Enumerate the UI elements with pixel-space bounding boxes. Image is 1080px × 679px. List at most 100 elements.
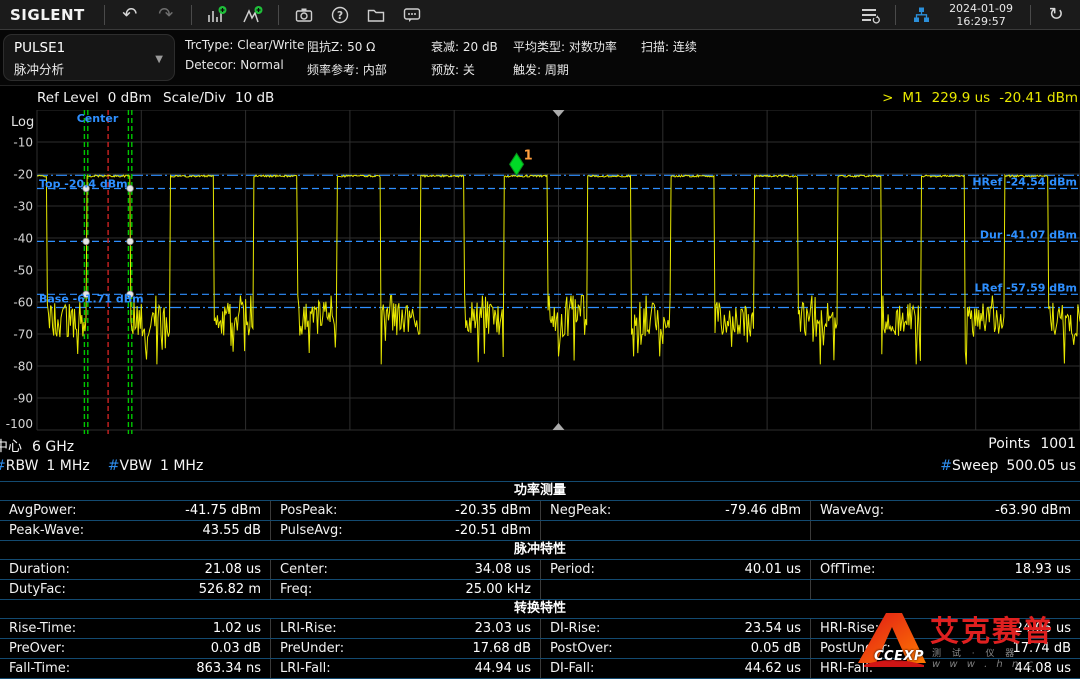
measurement-value: 1.02 us — [213, 619, 261, 638]
measurement-value: 18.93 us — [1015, 560, 1071, 579]
measurement-label: HRI-Rise: — [820, 619, 879, 638]
measurement-label: LRI-Fall: — [280, 659, 331, 678]
measurement-label: PosPeak: — [280, 501, 337, 520]
marker-name: M1 — [902, 90, 922, 106]
settings-column: TrcType: Clear/Write Detecor: Normal — [185, 38, 307, 78]
undo-icon[interactable]: ↶ — [112, 2, 148, 28]
table-cell: Rise-Time: 1.02 us — [0, 619, 270, 638]
measurement-label: NegPeak: — [550, 501, 611, 520]
sweep-label: Sweep — [952, 458, 998, 474]
measurement-value: -41.75 dBm — [185, 501, 261, 520]
ref-label-LRef: LRef -57.59 dBm — [975, 281, 1077, 294]
setting-预放[interactable]: 预放: 关 — [431, 61, 513, 78]
ref-label-Dur: Dur -41.07 dBm — [980, 228, 1077, 241]
table-cell: PostOver: 0.05 dB — [540, 639, 810, 658]
measurement-value: 44.62 us — [745, 659, 801, 678]
table-cell: HRI-Rise: 24.05 us — [810, 619, 1080, 638]
file-folder-icon[interactable] — [358, 2, 394, 28]
setting-扫描[interactable]: 扫描: 连续 — [641, 38, 721, 55]
pulse-trace-chart: Top -20.4 dBm HRef -24.54 dBm Dur -41.07 d… — [0, 110, 1080, 434]
marker-1-diamond[interactable] — [510, 153, 524, 175]
table-cell: PulseAvg:-20.51 dBm — [270, 521, 540, 540]
sweep-value: 500.05 us — [1006, 458, 1076, 474]
measurement-value: 23.03 us — [475, 619, 531, 638]
measurement-label: Duration: — [9, 560, 70, 579]
sweep-readout[interactable]: #Sweep500.05 us — [940, 458, 1076, 474]
measurement-value: 21.08 us — [205, 560, 261, 579]
measurement-value: 863.34 ns — [196, 659, 261, 678]
time-text: 16:29:57 — [949, 15, 1013, 28]
setting-衰减[interactable]: 衰减: 20 dB — [431, 38, 513, 55]
history-restore-icon[interactable]: ↻ — [1038, 2, 1074, 28]
table-cell: PostUnder: 17.74 dB — [810, 639, 1080, 658]
measurement-label: DI-Rise: — [550, 619, 600, 638]
y-axis-tick-label: -70 — [13, 328, 33, 342]
mode-settings-bar: PULSE1 脉冲分析 ▼ TrcType: Clear/Write Deteco… — [0, 30, 1080, 86]
vbw-value: 1 MHz — [160, 458, 203, 474]
measurement-value: -63.90 dBm — [995, 501, 1071, 520]
screenshot-camera-icon[interactable] — [286, 2, 322, 28]
measurement-label: LRI-Rise: — [280, 619, 337, 638]
y-axis-tick-label: -60 — [13, 296, 33, 310]
ref-label-Top: Top -20.4 dBm — [39, 177, 128, 190]
add-trace-icon[interactable] — [199, 2, 235, 28]
marker-readout: >M1229.9 us-20.41 dBm — [882, 90, 1078, 106]
center-frequency-label: 中心 — [0, 439, 22, 455]
ref-level-readout[interactable]: Ref Level0 dBm — [37, 90, 152, 106]
setting-阻抗Z[interactable]: 阻抗Z: 50 Ω — [307, 38, 431, 55]
gate-intersection-dot — [127, 185, 134, 192]
setting-频率参考[interactable]: 频率参考: 内部 — [307, 61, 431, 78]
measurement-value: 0.03 dB — [211, 639, 261, 658]
measurement-label: PostUnder: — [820, 639, 891, 658]
center-marker-top-triangle — [553, 110, 565, 117]
setting-TrcType[interactable]: TrcType: Clear/Write — [185, 38, 307, 52]
setting-平均类型[interactable]: 平均类型: 对数功率 — [513, 38, 641, 55]
y-axis-tick-label: -10 — [13, 136, 33, 150]
amplitude-scale-label: Log — [11, 115, 34, 130]
network-icon[interactable] — [903, 2, 939, 28]
chart-header: Ref Level0 dBm Scale/Div10 dB >M1229.9 u… — [0, 90, 1080, 110]
table-cell: HRI-Fall:44.08 us — [810, 659, 1080, 678]
y-axis-tick-label: -100 — [6, 417, 33, 431]
points-readout: Points1001 — [988, 436, 1076, 452]
message-icon[interactable] — [394, 2, 430, 28]
measurement-value: 0.05 dB — [751, 639, 801, 658]
table-row: DutyFac:526.82 mFreq:25.00 kHz — [0, 580, 1080, 600]
ref-label-HRef: HRef -24.54 dBm — [972, 176, 1077, 189]
measurement-value: -79.46 dBm — [725, 501, 801, 520]
help-icon[interactable]: ? — [322, 2, 358, 28]
table-section-title: 功率测量 — [0, 482, 1080, 501]
measurement-label: PostOver: — [550, 639, 613, 658]
table-cell — [540, 580, 810, 599]
bandwidth-readout[interactable]: #RBW1 MHz#VBW1 MHz — [0, 458, 203, 474]
measurement-value: 44.94 us — [475, 659, 531, 678]
measurement-value: 34.08 us — [475, 560, 531, 579]
table-cell: Duration: 21.08 us — [0, 560, 270, 579]
settings-column: 平均类型: 对数功率触发: 周期 — [513, 38, 641, 78]
measurement-value: 44.08 us — [1015, 659, 1071, 678]
measurement-label: Rise-Time: — [9, 619, 76, 638]
measurement-value: 17.74 dB — [1012, 639, 1071, 658]
table-cell: PreUnder:17.68 dB — [270, 639, 540, 658]
table-cell: PreOver:0.03 dB — [0, 639, 270, 658]
y-axis-tick-label: -80 — [13, 360, 33, 374]
scale-div-readout[interactable]: Scale/Div10 dB — [163, 90, 274, 106]
measurement-value: 17.68 dB — [472, 639, 531, 658]
add-marker-icon[interactable] — [235, 2, 271, 28]
measurement-label: DutyFac: — [9, 580, 66, 599]
mode-dropdown[interactable]: PULSE1 脉冲分析 ▼ — [3, 34, 175, 81]
center-frequency-readout[interactable]: 中心6 GHz — [0, 436, 74, 456]
points-label: Points — [988, 436, 1030, 452]
table-cell: NegPeak: -79.46 dBm — [540, 501, 810, 520]
setting-Detecor[interactable]: Detecor: Normal — [185, 58, 307, 72]
acquisition-settings: TrcType: Clear/Write Detecor: Normal阻抗Z: … — [185, 38, 721, 78]
gate-intersection-dot — [127, 238, 134, 245]
date-text: 2024-01-09 — [949, 2, 1013, 15]
redo-icon[interactable]: ↷ — [148, 2, 184, 28]
preset-list-icon[interactable] — [852, 2, 888, 28]
measurement-value: 24.05 us — [1015, 619, 1071, 638]
y-axis-tick-label: -50 — [13, 264, 33, 278]
setting-触发[interactable]: 触发: 周期 — [513, 61, 641, 78]
table-cell: AvgPower:-41.75 dBm — [0, 501, 270, 520]
y-axis-tick-label: -20 — [13, 168, 33, 182]
